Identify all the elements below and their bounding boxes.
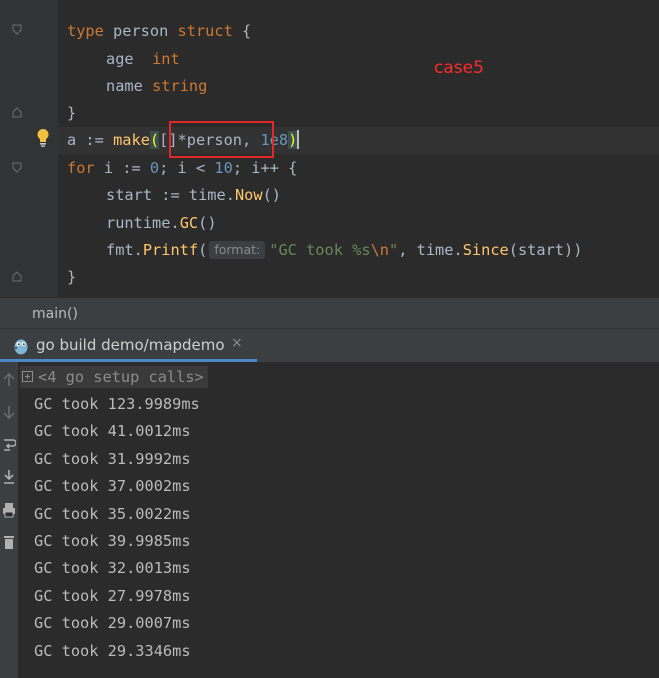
expand-icon[interactable] [22,371,33,382]
code-line: fmt.Printf(format: "GC took %s\n", time.S… [106,241,583,259]
close-icon[interactable]: × [231,335,243,351]
scroll-up-icon[interactable] [0,368,18,394]
code-line: } [67,268,77,286]
run-tab-bar: go build demo/mapdemo × [0,329,659,362]
code-line: } [67,104,77,122]
lightbulb-icon[interactable] [36,128,50,148]
console-line: GC took 31.9992ms [34,450,191,468]
code-line: for i := 0; i < 10; i++ { [67,159,298,177]
code-line: start := time.Now() [106,186,282,204]
console-line: GC took 41.0012ms [34,422,191,440]
console-output[interactable]: <4 go setup calls> GC took 123.9989ms GC… [18,362,659,678]
scroll-to-end-icon[interactable] [0,464,18,490]
console-line: GC took 39.9985ms [34,532,191,550]
breadcrumb: main() [0,297,659,329]
fold-open-icon[interactable] [12,162,22,174]
console-line: GC took 32.0013ms [34,559,191,577]
code-line: age int [106,50,180,68]
collapsed-setup-calls[interactable]: <4 go setup calls> [20,366,208,388]
tab-label: go build demo/mapdemo [36,336,225,354]
editor-gutter [0,0,58,297]
soft-wrap-icon[interactable] [0,432,18,458]
gopher-icon [13,337,29,355]
fold-close-icon[interactable] [12,106,22,118]
text-caret [297,130,300,149]
annotation-label: case5 [434,58,484,78]
fold-open-icon[interactable] [12,24,22,36]
console-line: GC took 27.9978ms [34,587,191,605]
breadcrumb-item[interactable]: main() [32,306,78,322]
code-editor[interactable]: type person struct { age int name string… [0,0,659,297]
console-line: GC took 37.0002ms [34,477,191,495]
code-line: name string [106,77,208,95]
highlight-box [169,121,274,158]
scroll-down-icon[interactable] [0,400,18,426]
code-line: runtime.GC() [106,214,217,232]
console-line: GC took 29.3346ms [34,642,191,660]
code-line: type person struct { [67,22,252,40]
console-line: GC took 29.0007ms [34,614,191,632]
tab-run-config[interactable]: go build demo/mapdemo × [0,329,257,362]
parameter-hint: format: [209,241,266,259]
print-icon[interactable] [0,498,18,524]
console-line: GC took 35.0022ms [34,505,191,523]
console-line: GC took 123.9989ms [34,395,200,413]
trash-icon[interactable] [0,530,18,556]
run-toolbar [0,362,18,678]
fold-close-icon[interactable] [12,270,22,282]
